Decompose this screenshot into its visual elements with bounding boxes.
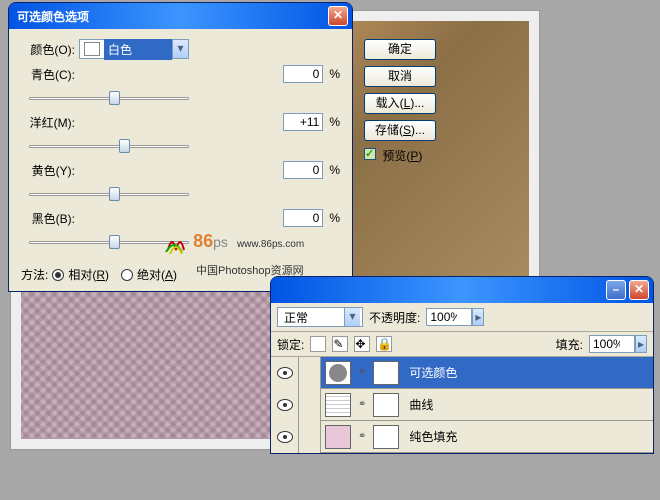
eye-icon (277, 367, 293, 379)
link-col[interactable] (299, 357, 321, 389)
adjustment-thumb[interactable] (325, 361, 351, 385)
relative-radio[interactable] (52, 269, 64, 281)
ok-button[interactable]: 确定 (364, 39, 436, 60)
visibility-toggle[interactable] (271, 389, 299, 421)
magenta-input[interactable] (283, 113, 323, 131)
layer-list: ⚭ 可选颜色 ⚭ 曲线 ⚭ 纯色填充 (271, 357, 653, 453)
dialog-titlebar[interactable]: 可选颜色选项 ✕ (9, 3, 352, 29)
layer-mask[interactable] (373, 393, 399, 417)
method-label: 方法: (21, 266, 48, 283)
blend-mode-dropdown[interactable]: 正常 ▾ (277, 307, 363, 327)
blend-mode: 正常 (284, 309, 308, 326)
lock-all-icon[interactable]: 🔒 (376, 336, 392, 352)
save-button[interactable]: 存储(S)... (364, 120, 436, 141)
layer-item[interactable]: ⚭ 纯色填充 (271, 421, 653, 453)
percent: % (329, 115, 340, 129)
link-icon: ⚭ (358, 399, 366, 410)
layer-item[interactable]: ⚭ 曲线 (271, 389, 653, 421)
layers-panel: – ✕ 正常 ▾ 不透明度: ▸ 锁定: ✎ ✥ 🔒 填充: ▸ (270, 276, 654, 454)
fill-arrow-icon[interactable]: ▸ (635, 335, 647, 353)
chevron-down-icon[interactable]: ▾ (172, 40, 188, 58)
watermark-logo: 86ps www.86ps.com (162, 230, 304, 258)
lock-pixels-icon[interactable]: ✎ (332, 336, 348, 352)
yellow-input[interactable] (283, 161, 323, 179)
lock-transparency-icon[interactable] (310, 336, 326, 352)
load-button[interactable]: 载入(L)... (364, 93, 436, 114)
colors-label: 颜色(O): (21, 41, 79, 58)
adjustment-thumb[interactable] (325, 393, 351, 417)
magenta-slider[interactable] (29, 137, 189, 155)
absolute-label[interactable]: 绝对(A) (137, 266, 177, 283)
fill-input[interactable] (589, 335, 635, 353)
cyan-slider[interactable] (29, 89, 189, 107)
layer-name[interactable]: 曲线 (409, 396, 433, 413)
eye-icon (277, 431, 293, 443)
black-label: 黑色(B): (21, 210, 79, 227)
link-col[interactable] (299, 389, 321, 421)
layer-item[interactable]: ⚭ 可选颜色 (271, 357, 653, 389)
layer-name[interactable]: 纯色填充 (409, 428, 457, 445)
percent: % (329, 211, 340, 225)
cancel-button[interactable]: 取消 (364, 66, 436, 87)
yellow-label: 黄色(Y): (21, 162, 79, 179)
close-icon[interactable]: ✕ (629, 280, 649, 300)
cyan-input[interactable] (283, 65, 323, 83)
color-swatch (84, 42, 100, 56)
visibility-toggle[interactable] (271, 421, 299, 453)
opacity-input[interactable] (426, 308, 472, 326)
link-icon: ⚭ (358, 431, 366, 442)
relative-label[interactable]: 相对(R) (68, 266, 109, 283)
percent: % (329, 163, 340, 177)
lock-position-icon[interactable]: ✥ (354, 336, 370, 352)
opacity-arrow-icon[interactable]: ▸ (472, 308, 484, 326)
close-icon[interactable]: ✕ (328, 6, 348, 26)
yellow-slider[interactable] (29, 185, 189, 203)
black-input[interactable] (283, 209, 323, 227)
adjustment-thumb[interactable] (325, 425, 351, 449)
dialog-title: 可选颜色选项 (17, 8, 328, 25)
preview-label[interactable]: 预览(P) (382, 149, 422, 163)
minimize-icon[interactable]: – (606, 280, 626, 300)
layers-titlebar[interactable]: – ✕ (271, 277, 653, 303)
magenta-label: 洋红(M): (21, 114, 79, 131)
visibility-toggle[interactable] (271, 357, 299, 389)
fill-label: 填充: (556, 336, 583, 353)
absolute-radio[interactable] (121, 269, 133, 281)
link-col[interactable] (299, 421, 321, 453)
eye-icon (277, 399, 293, 411)
layer-mask[interactable] (373, 425, 399, 449)
chevron-down-icon[interactable]: ▾ (344, 308, 360, 326)
link-icon: ⚭ (358, 367, 366, 378)
layer-name[interactable]: 可选颜色 (409, 364, 457, 381)
cyan-label: 青色(C): (21, 66, 79, 83)
selected-color: 白色 (104, 39, 172, 60)
color-dropdown[interactable]: 白色 ▾ (79, 39, 189, 59)
lock-label: 锁定: (277, 336, 304, 353)
percent: % (329, 67, 340, 81)
preview-checkbox[interactable] (364, 148, 376, 160)
layer-mask[interactable] (373, 361, 399, 385)
opacity-label: 不透明度: (369, 309, 420, 326)
